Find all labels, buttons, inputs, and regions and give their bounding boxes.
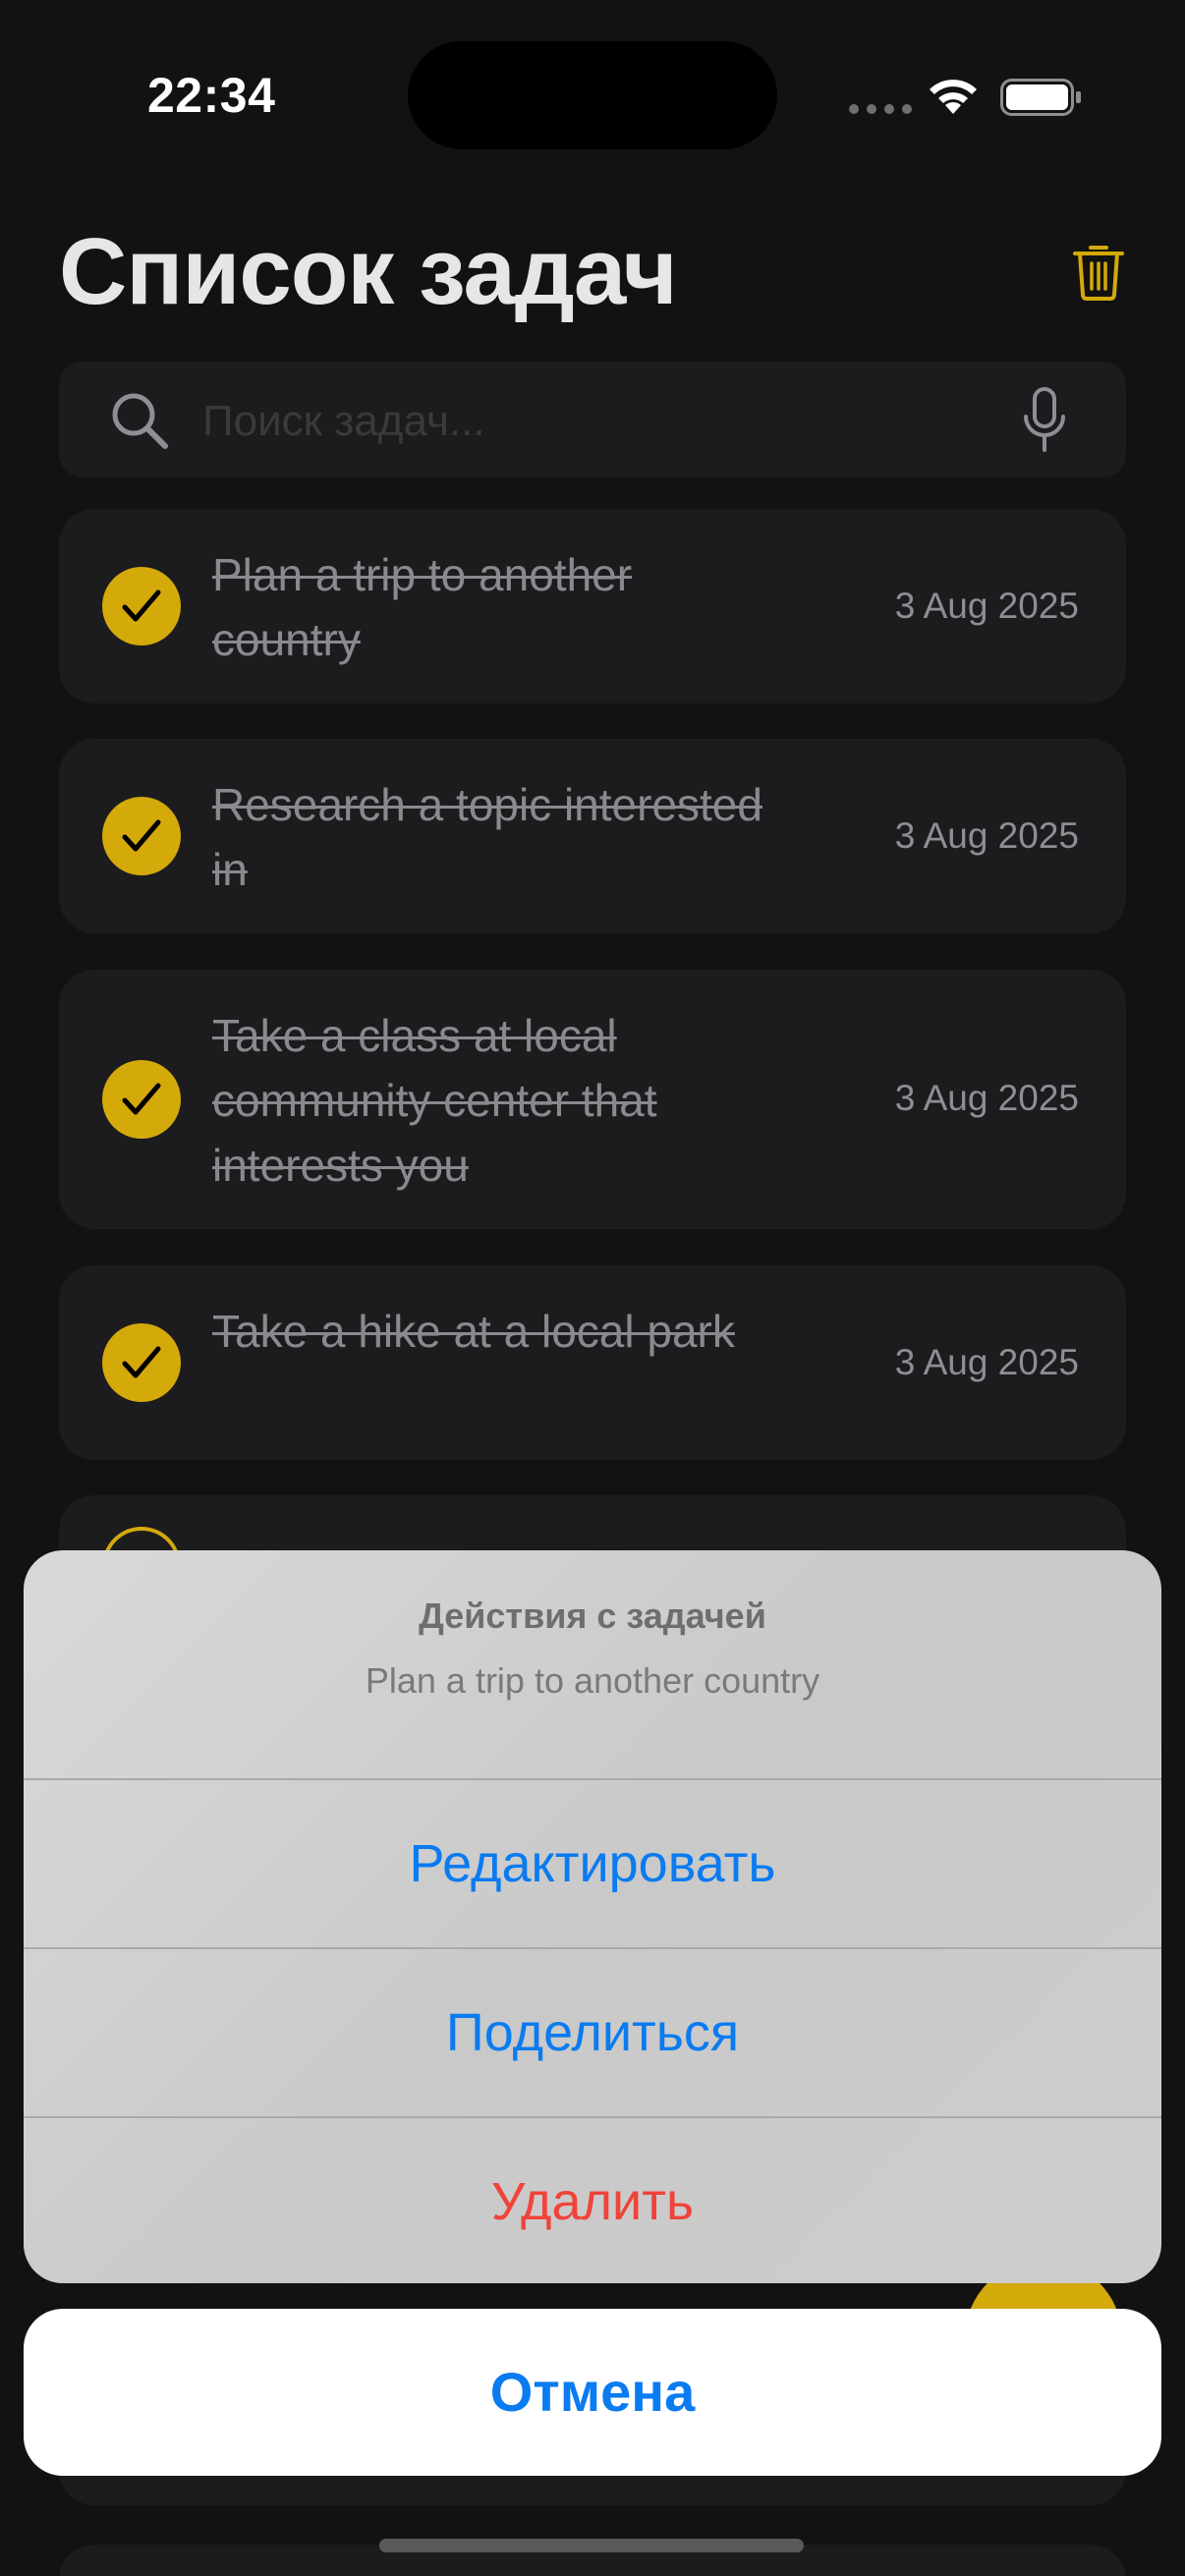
dynamic-island xyxy=(408,41,777,149)
task-card[interactable]: Research a topic interested in 3 Aug 202… xyxy=(59,739,1126,933)
action-sheet: Действия с задачей Plan a trip to anothe… xyxy=(24,1550,1161,2283)
battery-icon xyxy=(1000,79,1081,116)
edit-button[interactable]: Редактировать xyxy=(24,1780,1161,1947)
task-date: 3 Aug 2025 xyxy=(894,586,1079,626)
action-sheet-subtitle: Plan a trip to another country xyxy=(365,1660,820,1701)
task-date: 3 Aug 2025 xyxy=(894,1078,1079,1118)
home-indicator[interactable] xyxy=(379,2539,804,2552)
task-card[interactable]: Take a hike at a local park 3 Aug 2025 xyxy=(59,1265,1126,1460)
task-title: Take a hike at a local park xyxy=(212,1306,735,1357)
trash-icon[interactable] xyxy=(1071,242,1126,301)
task-date: 3 Aug 2025 xyxy=(894,815,1079,856)
task-date: 3 Aug 2025 xyxy=(894,1342,1079,1382)
search-icon xyxy=(112,393,168,449)
search-input[interactable]: Поиск задач... xyxy=(202,397,485,446)
delete-button[interactable]: Удалить xyxy=(24,2118,1161,2283)
cellular-signal-icon xyxy=(849,104,912,114)
task-title: Plan a trip to another country xyxy=(212,549,633,665)
page-title: Список задач xyxy=(59,219,678,324)
task-card[interactable]: Take a class at local community center t… xyxy=(59,970,1126,1229)
search-bar[interactable]: Поиск задач... xyxy=(59,362,1126,477)
checkmark-circle-icon[interactable] xyxy=(102,567,181,645)
share-button[interactable]: Поделиться xyxy=(24,1949,1161,2116)
task-card[interactable]: Plan a trip to another country 3 Aug 202… xyxy=(59,509,1126,703)
action-sheet-title: Действия с задачей xyxy=(419,1596,766,1636)
wifi-icon xyxy=(930,80,977,114)
checkmark-circle-icon[interactable] xyxy=(102,797,181,875)
checkmark-circle-icon[interactable] xyxy=(102,1323,181,1402)
action-sheet-header: Действия с задачей Plan a trip to anothe… xyxy=(24,1550,1161,1778)
cancel-button[interactable]: Отмена xyxy=(24,2309,1161,2476)
task-title: Take a class at local community center t… xyxy=(212,1010,657,1191)
status-time: 22:34 xyxy=(147,68,276,123)
task-title: Research a topic interested in xyxy=(212,779,762,895)
mic-icon[interactable] xyxy=(1020,387,1069,454)
task-list-screen: 22:34 Список задач Поиск задач... Plan a… xyxy=(0,0,1185,2576)
checkmark-circle-icon[interactable] xyxy=(102,1060,181,1139)
